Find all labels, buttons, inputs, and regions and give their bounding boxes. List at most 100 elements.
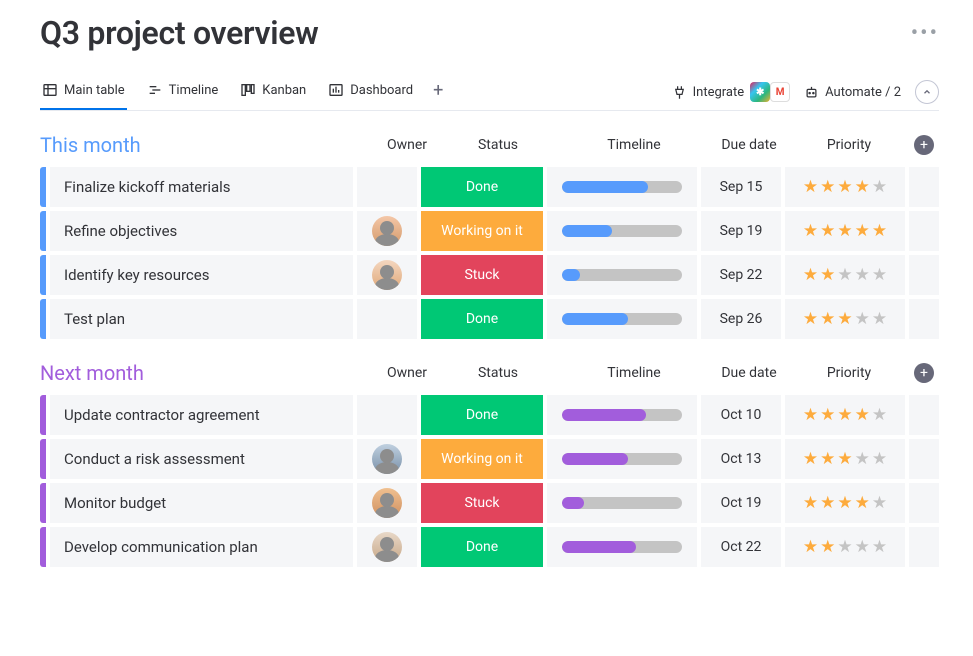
column-header-owner[interactable]: Owner bbox=[377, 365, 437, 381]
status-cell[interactable]: Done bbox=[421, 395, 543, 435]
due-date-cell[interactable]: Sep 22 bbox=[701, 255, 781, 295]
due-date-cell[interactable]: Sep 26 bbox=[701, 299, 781, 339]
priority-cell[interactable]: ★★★★★ bbox=[785, 439, 905, 479]
column-header-owner[interactable]: Owner bbox=[377, 137, 437, 153]
add-column-button[interactable]: + bbox=[914, 135, 934, 155]
due-date-cell[interactable]: Oct 22 bbox=[701, 527, 781, 567]
timeline-cell[interactable] bbox=[547, 167, 697, 207]
task-name-cell[interactable]: Finalize kickoff materials bbox=[50, 167, 353, 207]
timeline-cell[interactable] bbox=[547, 255, 697, 295]
owner-cell[interactable] bbox=[357, 211, 417, 251]
task-name-cell[interactable]: Develop communication plan bbox=[50, 527, 353, 567]
row-end-cell bbox=[909, 255, 939, 295]
timeline-cell[interactable] bbox=[547, 211, 697, 251]
star-icon: ★ bbox=[855, 493, 870, 513]
star-icon: ★ bbox=[820, 493, 835, 513]
star-icon: ★ bbox=[803, 221, 818, 241]
column-header-due[interactable]: Due date bbox=[709, 137, 789, 153]
owner-cell[interactable] bbox=[357, 255, 417, 295]
owner-cell[interactable] bbox=[357, 439, 417, 479]
star-icon: ★ bbox=[855, 449, 870, 469]
star-icon: ★ bbox=[837, 177, 852, 197]
task-name-cell[interactable]: Conduct a risk assessment bbox=[50, 439, 353, 479]
owner-cell[interactable] bbox=[357, 167, 417, 207]
column-header-priority[interactable]: Priority bbox=[789, 137, 909, 153]
column-header-status[interactable]: Status bbox=[437, 137, 559, 153]
status-cell[interactable]: Done bbox=[421, 299, 543, 339]
star-icon: ★ bbox=[803, 405, 818, 425]
owner-cell[interactable] bbox=[357, 395, 417, 435]
star-icon: ★ bbox=[855, 405, 870, 425]
due-date-cell[interactable]: Oct 10 bbox=[701, 395, 781, 435]
table-row[interactable]: Develop communication planDoneOct 22★★★★… bbox=[40, 527, 939, 567]
collapse-button[interactable] bbox=[915, 80, 939, 104]
group-stripe bbox=[40, 395, 46, 435]
status-cell[interactable]: Stuck bbox=[421, 255, 543, 295]
priority-cell[interactable]: ★★★★★ bbox=[785, 255, 905, 295]
column-header-priority[interactable]: Priority bbox=[789, 365, 909, 381]
automate-button[interactable]: Automate / 2 bbox=[804, 85, 901, 100]
timeline-cell[interactable] bbox=[547, 299, 697, 339]
timeline-cell[interactable] bbox=[547, 439, 697, 479]
tab-kanban[interactable]: Kanban bbox=[238, 74, 308, 110]
owner-cell[interactable] bbox=[357, 299, 417, 339]
group-stripe bbox=[40, 483, 46, 523]
table-row[interactable]: Identify key resources Stuck Sep 22★★★★★ bbox=[40, 255, 939, 295]
timeline-cell[interactable] bbox=[547, 483, 697, 523]
owner-cell[interactable] bbox=[357, 483, 417, 523]
column-header-status[interactable]: Status bbox=[437, 365, 559, 381]
status-cell[interactable]: Stuck bbox=[421, 483, 543, 523]
table-row[interactable]: Conduct a risk assessment Working on it Oc… bbox=[40, 439, 939, 479]
tab-main-table[interactable]: Main table bbox=[40, 74, 127, 110]
priority-cell[interactable]: ★★★★★ bbox=[785, 483, 905, 523]
avatar bbox=[372, 260, 402, 290]
tab-timeline[interactable]: Timeline bbox=[145, 74, 221, 110]
priority-cell[interactable]: ★★★★★ bbox=[785, 299, 905, 339]
due-date-cell[interactable]: Sep 15 bbox=[701, 167, 781, 207]
more-menu-icon[interactable]: ••• bbox=[911, 21, 939, 46]
star-icon: ★ bbox=[803, 493, 818, 513]
due-date-cell[interactable]: Oct 13 bbox=[701, 439, 781, 479]
tab-dashboard[interactable]: Dashboard bbox=[326, 74, 415, 110]
table-row[interactable]: Test plan Done Sep 26★★★★★ bbox=[40, 299, 939, 339]
priority-cell[interactable]: ★★★★★ bbox=[785, 527, 905, 567]
status-cell[interactable]: Working on it bbox=[421, 439, 543, 479]
dashboard-icon bbox=[328, 82, 344, 98]
task-name-cell[interactable]: Refine objectives bbox=[50, 211, 353, 251]
table-row[interactable]: Monitor budget Stuck Oct 19★★★★★ bbox=[40, 483, 939, 523]
row-end-cell bbox=[909, 167, 939, 207]
status-cell[interactable]: Done bbox=[421, 167, 543, 207]
group-title[interactable]: Next month bbox=[40, 361, 144, 385]
group-title[interactable]: This month bbox=[40, 133, 141, 157]
status-cell[interactable]: Done bbox=[421, 527, 543, 567]
add-column-button[interactable]: + bbox=[914, 363, 934, 383]
table-row[interactable]: Update contractor agreementDoneOct 10★★★… bbox=[40, 395, 939, 435]
owner-cell[interactable] bbox=[357, 527, 417, 567]
timeline-cell[interactable] bbox=[547, 395, 697, 435]
priority-cell[interactable]: ★★★★★ bbox=[785, 167, 905, 207]
task-name-cell[interactable]: Test plan bbox=[50, 299, 353, 339]
priority-cell[interactable]: ★★★★★ bbox=[785, 211, 905, 251]
star-icon: ★ bbox=[803, 537, 818, 557]
timeline-cell[interactable] bbox=[547, 527, 697, 567]
column-header-timeline[interactable]: Timeline bbox=[559, 365, 709, 381]
integrate-button[interactable]: Integrate ✱ M bbox=[672, 82, 791, 102]
due-date-cell[interactable]: Sep 19 bbox=[701, 211, 781, 251]
table-row[interactable]: Refine objectivesWorking on itSep 19★★★★… bbox=[40, 211, 939, 251]
star-icon: ★ bbox=[837, 309, 852, 329]
task-name-cell[interactable]: Update contractor agreement bbox=[50, 395, 353, 435]
task-name-cell[interactable]: Identify key resources bbox=[50, 255, 353, 295]
add-view-button[interactable]: + bbox=[433, 80, 443, 105]
column-header-due[interactable]: Due date bbox=[709, 365, 789, 381]
task-name-cell[interactable]: Monitor budget bbox=[50, 483, 353, 523]
priority-cell[interactable]: ★★★★★ bbox=[785, 395, 905, 435]
group-stripe bbox=[40, 211, 46, 251]
table-row[interactable]: Finalize kickoff materialsDoneSep 15★★★★… bbox=[40, 167, 939, 207]
star-icon: ★ bbox=[803, 449, 818, 469]
star-icon: ★ bbox=[855, 537, 870, 557]
due-date-cell[interactable]: Oct 19 bbox=[701, 483, 781, 523]
status-cell[interactable]: Working on it bbox=[421, 211, 543, 251]
row-end-cell bbox=[909, 395, 939, 435]
progress-bar bbox=[562, 453, 682, 465]
column-header-timeline[interactable]: Timeline bbox=[559, 137, 709, 153]
